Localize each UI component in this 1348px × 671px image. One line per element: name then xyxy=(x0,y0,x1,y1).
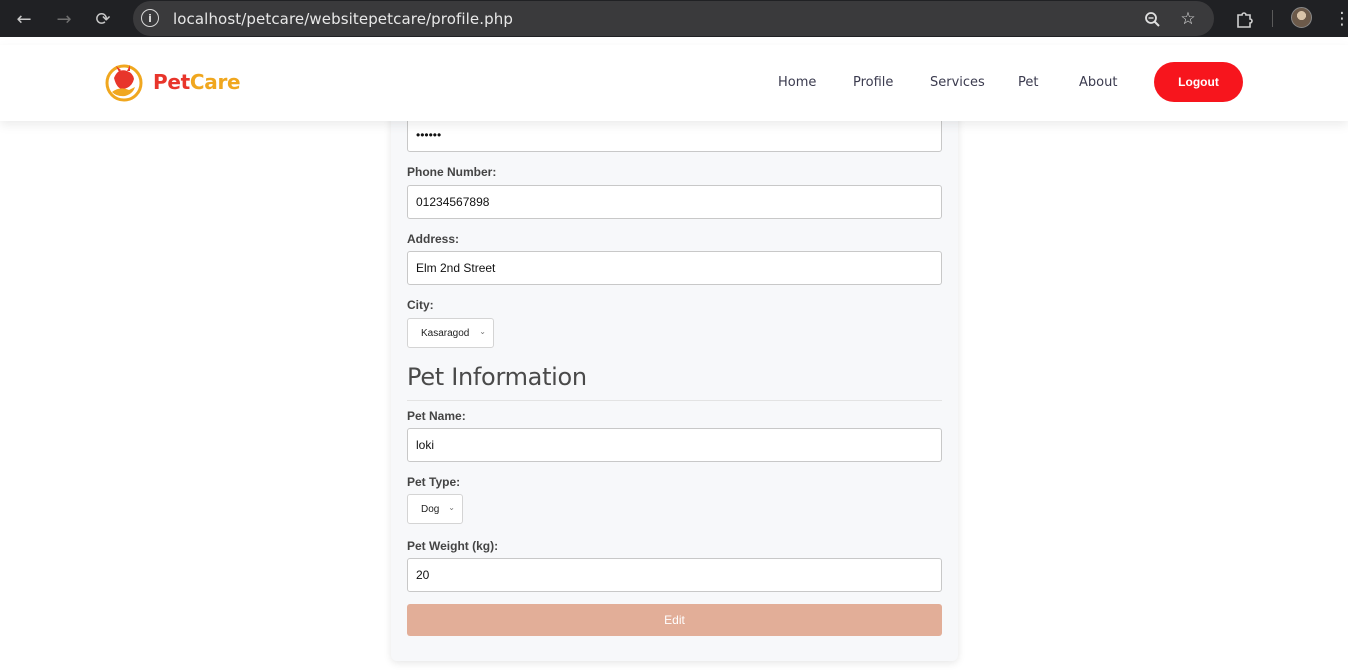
url-path: /petcare/websitepetcare/profile.php xyxy=(241,10,513,28)
nav-about[interactable]: About xyxy=(1079,75,1117,90)
forward-arrow-icon[interactable]: → xyxy=(51,6,77,32)
star-icon[interactable]: ☆ xyxy=(1176,7,1200,31)
nav-services[interactable]: Services xyxy=(930,75,985,90)
address-bar[interactable]: i localhost/petcare/websitepetcare/profi… xyxy=(133,1,1214,36)
pet-type-select[interactable]: Dog ⌄ xyxy=(407,494,463,524)
site-info-icon[interactable]: i xyxy=(141,9,159,27)
edit-button[interactable]: Edit xyxy=(407,604,942,636)
pet-weight-label: Pet Weight (kg): xyxy=(407,539,499,553)
nav-home[interactable]: Home xyxy=(778,75,816,90)
address-field[interactable]: Elm 2nd Street xyxy=(407,251,942,285)
pet-name-label: Pet Name: xyxy=(407,409,466,423)
pet-type-label: Pet Type: xyxy=(407,475,461,489)
logo-text: PetCare xyxy=(153,70,241,94)
puzzle-icon[interactable] xyxy=(1231,6,1257,32)
pet-logo-icon xyxy=(105,62,143,102)
url-text[interactable]: localhost/petcare/websitepetcare/profile… xyxy=(173,10,513,28)
petcare-logo[interactable]: PetCare xyxy=(105,62,241,102)
logo-text-care: Care xyxy=(189,70,241,94)
nav-profile[interactable]: Profile xyxy=(853,75,893,90)
logout-button[interactable]: Logout xyxy=(1154,62,1243,102)
chevron-down-icon: ⌄ xyxy=(479,327,486,336)
reload-icon[interactable]: ⟳ xyxy=(90,6,116,32)
nav-pet[interactable]: Pet xyxy=(1018,75,1038,90)
kebab-menu-icon[interactable]: ⋮ xyxy=(1329,6,1348,32)
toolbar-divider xyxy=(1272,10,1273,27)
back-arrow-icon[interactable]: ← xyxy=(11,6,37,32)
address-label: Address: xyxy=(407,232,460,246)
city-select[interactable]: Kasaragod ⌄ xyxy=(407,318,494,348)
city-label: City: xyxy=(407,298,434,312)
site-header: PetCare Home Profile Services Pet About … xyxy=(0,45,1348,121)
pet-weight-field[interactable]: 20 xyxy=(407,558,942,592)
zoom-icon[interactable] xyxy=(1140,7,1164,31)
section-divider xyxy=(407,400,942,401)
browser-toolbar: ← → ⟳ i localhost/petcare/websitepetcare… xyxy=(0,0,1348,37)
pet-information-heading: Pet Information xyxy=(407,363,587,391)
phone-label: Phone Number: xyxy=(407,165,497,179)
chevron-down-icon: ⌄ xyxy=(448,503,455,512)
pet-type-select-value: Dog xyxy=(421,503,440,515)
password-field[interactable]: •••••• xyxy=(407,118,942,152)
logo-text-pet: Pet xyxy=(153,70,190,94)
phone-field[interactable]: 01234567898 xyxy=(407,185,942,219)
pet-name-field[interactable]: loki xyxy=(407,428,942,462)
url-host: localhost xyxy=(173,10,242,28)
profile-avatar[interactable] xyxy=(1291,7,1312,28)
city-select-value: Kasaragod xyxy=(421,327,470,339)
